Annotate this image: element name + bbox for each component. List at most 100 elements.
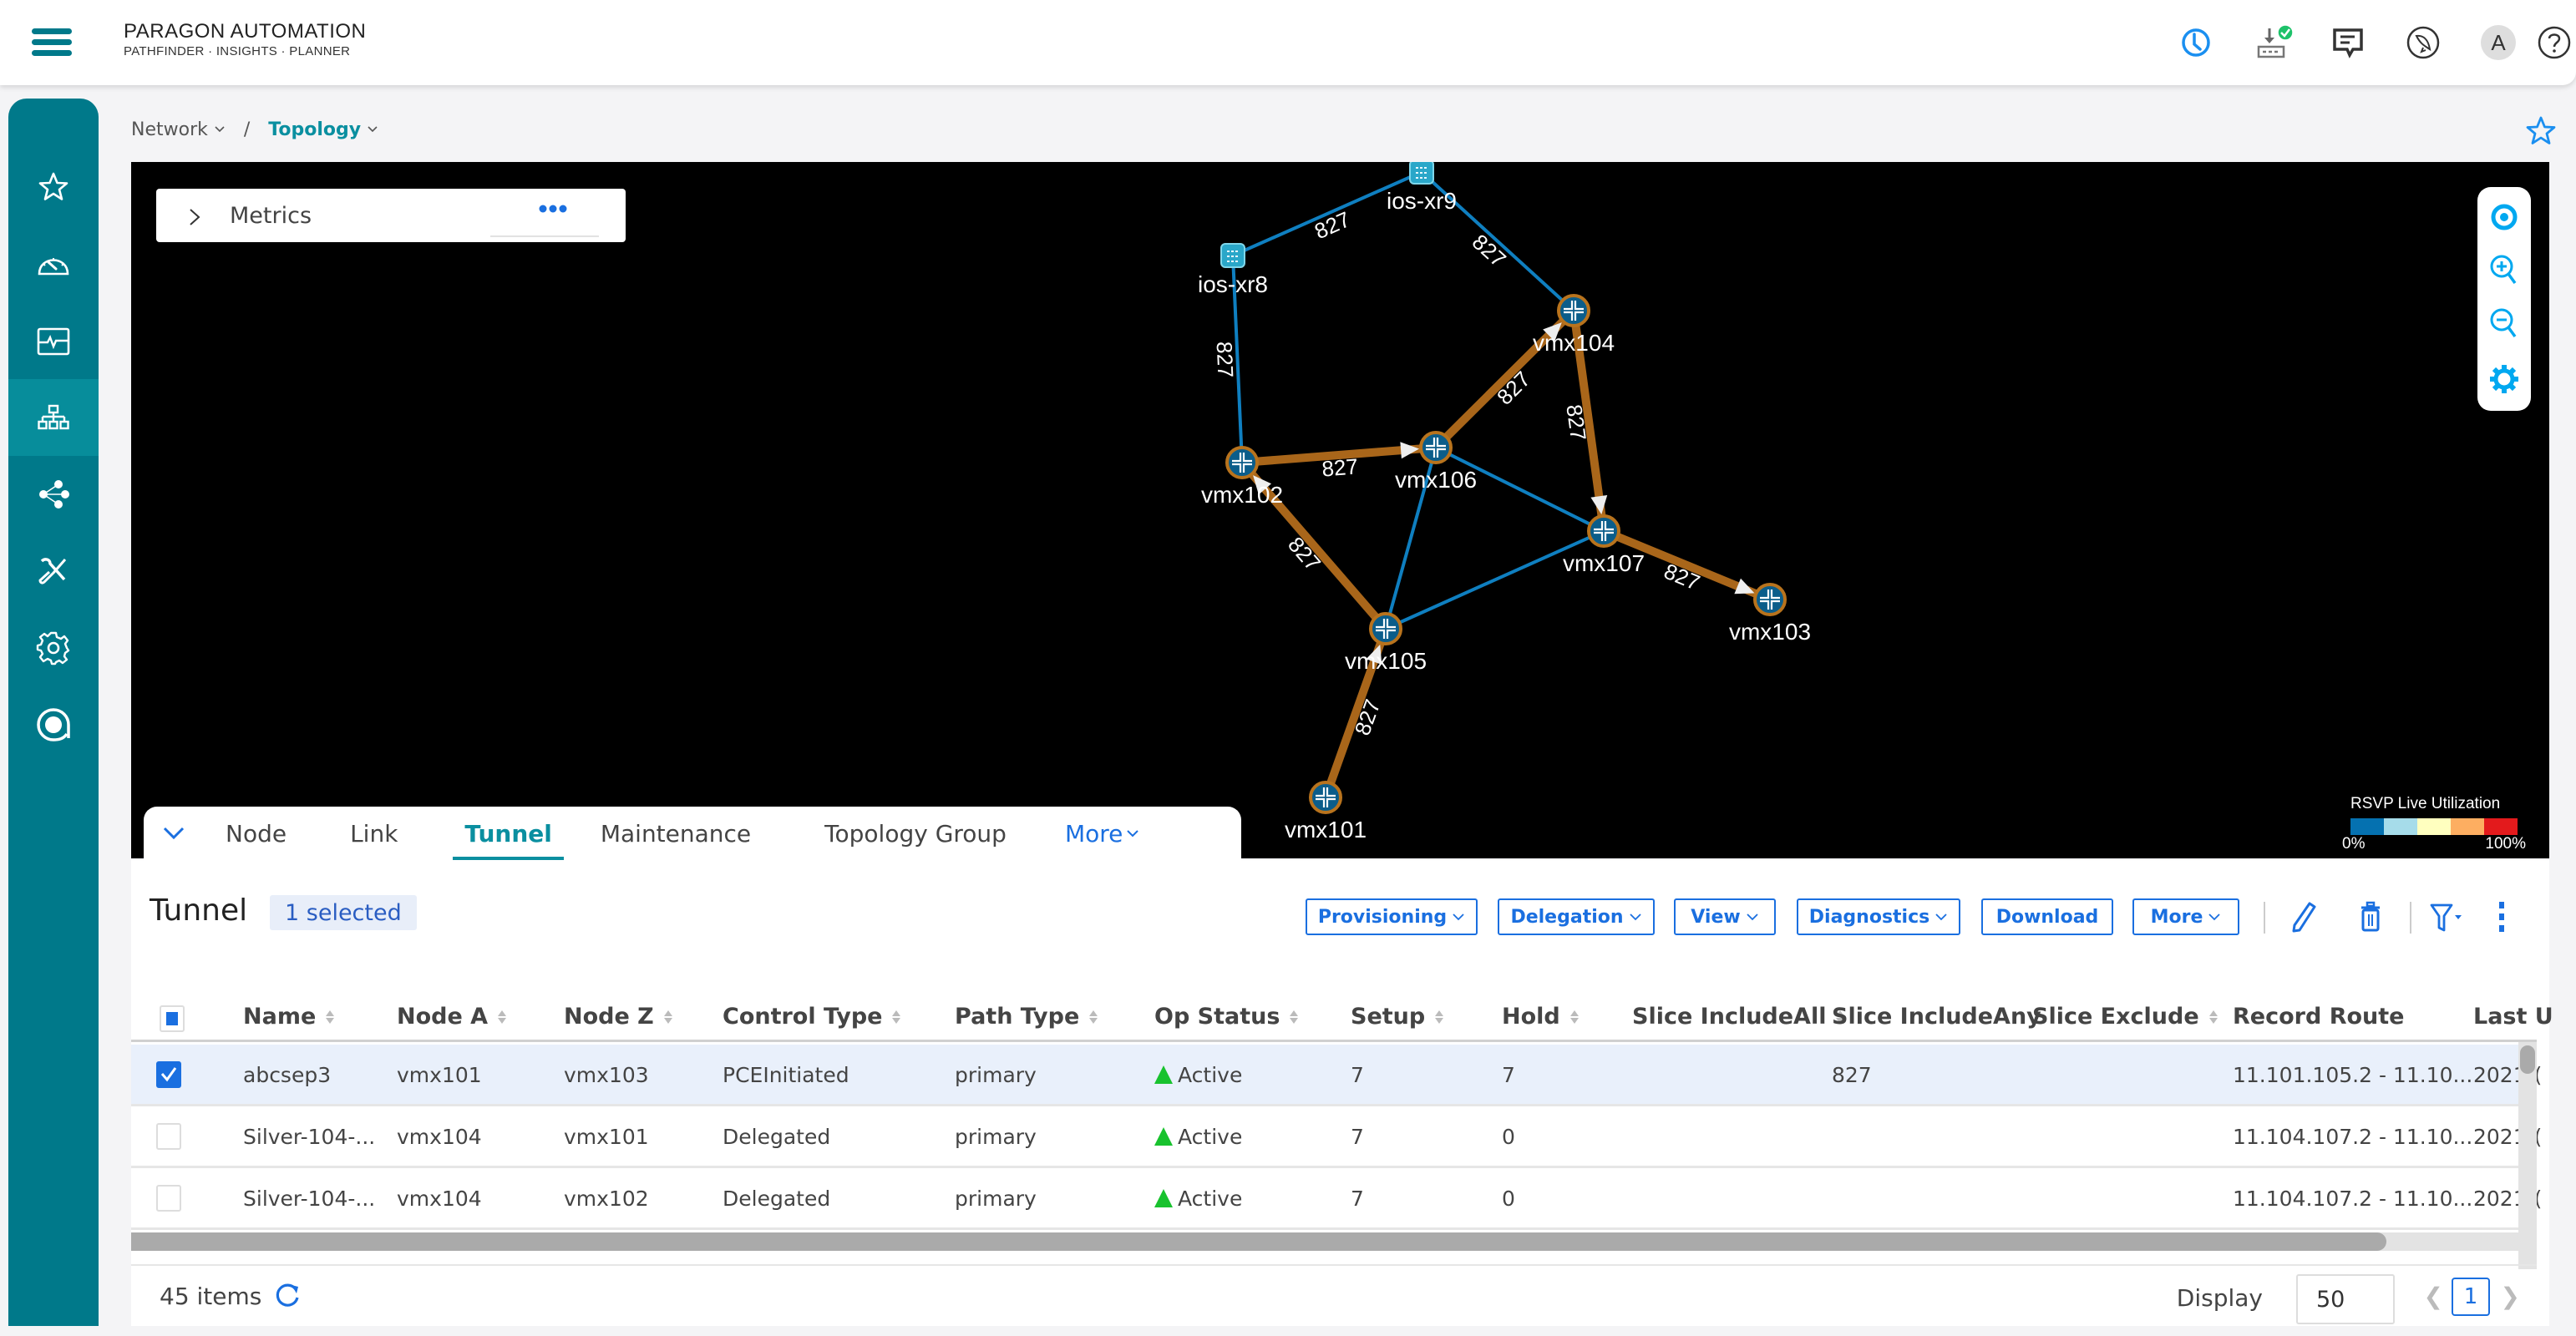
cell-text: vmx101: [564, 1125, 649, 1149]
table-row[interactable]: Silver-104-... vmx104 vmx102 Delegated prima…: [131, 1168, 2542, 1230]
row-checkbox[interactable]: [156, 1185, 181, 1212]
cell-node-z: vmx103: [564, 1063, 649, 1087]
sidebar-item-network[interactable]: [8, 379, 99, 456]
topology-link[interactable]: [1385, 529, 1605, 630]
topology-node[interactable]: vmx104: [1533, 294, 1615, 356]
col-record-route[interactable]: Record Route: [2233, 1004, 2404, 1030]
map-settings-icon[interactable]: [2477, 357, 2531, 401]
horizontal-scroll-thumb[interactable]: [131, 1232, 2386, 1251]
help-icon[interactable]: [2533, 22, 2576, 63]
download-status-icon[interactable]: [2254, 22, 2296, 63]
sidebar-item-settings[interactable]: [8, 610, 99, 686]
view-button[interactable]: View: [1674, 898, 1776, 935]
provisioning-button[interactable]: Provisioning: [1306, 898, 1478, 935]
sidebar-item-favorites[interactable]: [8, 149, 99, 225]
node-label: ios-xr9: [1387, 188, 1457, 214]
cell-text: 827: [1832, 1063, 1872, 1087]
col-node-a[interactable]: Node A: [397, 1004, 507, 1030]
row-checkbox[interactable]: [156, 1123, 181, 1150]
col-setup[interactable]: Setup: [1351, 1004, 1444, 1030]
col-slice-exclude[interactable]: Slice Exclude: [2032, 1004, 2218, 1030]
current-page-button[interactable]: 1: [2452, 1278, 2490, 1316]
menu-icon[interactable]: [32, 28, 72, 56]
sort-icon: [1569, 1010, 1579, 1024]
table-row[interactable]: abcsep3 vmx101 vmx103 PCEInitiated primary Ac…: [131, 1045, 2542, 1106]
topology-canvas[interactable]: 827 827 827 827 827 827 827 827 827 ios-xr8 ios-xr…: [131, 162, 2549, 858]
diagnostics-button[interactable]: Diagnostics: [1797, 898, 1960, 935]
page-size-input[interactable]: [2296, 1274, 2395, 1324]
link-label: 827: [1321, 453, 1359, 481]
vertical-scrollbar[interactable]: [2518, 1042, 2537, 1269]
horizontal-scrollbar[interactable]: [131, 1232, 2520, 1251]
topology-node[interactable]: vmx101: [1285, 781, 1367, 843]
breadcrumb-network[interactable]: Network: [131, 119, 226, 140]
user-avatar[interactable]: A: [2477, 22, 2519, 63]
col-op-status-label: Op Status: [1154, 1004, 1280, 1030]
row-checkbox[interactable]: [156, 1061, 181, 1088]
kebab-menu-icon[interactable]: [2483, 898, 2520, 935]
clock-icon[interactable]: [2175, 22, 2217, 63]
tab-tunnel[interactable]: Tunnel: [453, 807, 565, 860]
edit-icon[interactable]: [2285, 898, 2322, 935]
check-icon: [160, 1067, 177, 1082]
cell-text: primary: [955, 1125, 1037, 1149]
col-node-z[interactable]: Node Z: [564, 1004, 672, 1030]
tab-topology-group[interactable]: Topology Group: [824, 807, 1007, 860]
more-options-icon[interactable]: [499, 204, 607, 229]
utilization-legend: RSVP Live Utilization 0% 100%: [2342, 795, 2526, 853]
delete-icon[interactable]: [2352, 898, 2389, 935]
prev-page-icon[interactable]: ❮: [2424, 1283, 2443, 1310]
tab-link[interactable]: Link: [350, 807, 398, 860]
cell-text: 11.104.107.2 - 11.10...: [2233, 1187, 2473, 1211]
col-control-type[interactable]: Control Type: [723, 1004, 901, 1030]
topology-node[interactable]: ios-xr9: [1387, 162, 1457, 214]
table-row[interactable]: Silver-104-... vmx104 vmx101 Delegated prima…: [131, 1106, 2542, 1168]
zoom-out-icon[interactable]: [2477, 302, 2531, 346]
provisioning-label: Provisioning: [1317, 906, 1448, 928]
breadcrumb-topology[interactable]: Topology: [268, 119, 378, 140]
sidebar-item-service[interactable]: [8, 456, 99, 533]
tab-node[interactable]: Node: [226, 807, 287, 860]
chevron-right-icon[interactable]: [188, 207, 201, 227]
download-button[interactable]: Download: [1981, 898, 2113, 935]
col-name[interactable]: Name: [243, 1004, 335, 1030]
zoom-in-icon[interactable]: [2477, 249, 2531, 292]
more-button[interactable]: More: [2132, 898, 2239, 935]
recenter-icon[interactable]: [2477, 195, 2531, 239]
col-slice-include-any[interactable]: Slice IncludeAny: [1832, 1004, 2041, 1030]
metrics-panel[interactable]: Metrics: [156, 189, 626, 242]
chevron-down-icon: [1127, 830, 1139, 838]
col-last-updated[interactable]: Last U: [2473, 1004, 2553, 1030]
refresh-icon[interactable]: [273, 1281, 302, 1313]
cell-path-type: primary: [955, 1187, 1037, 1211]
collapse-chevron-icon[interactable]: [162, 826, 185, 841]
topology-node[interactable]: vmx105: [1345, 612, 1427, 674]
delegation-button[interactable]: Delegation: [1498, 898, 1655, 935]
sidebar-item-monitoring[interactable]: [8, 304, 99, 381]
legend-swatch: [2484, 818, 2518, 835]
filter-icon[interactable]: [2428, 898, 2465, 935]
col-slice-include-all[interactable]: Slice IncludeAll: [1632, 1004, 1845, 1030]
rocket-icon[interactable]: [2402, 22, 2444, 63]
sidebar-item-administration[interactable]: [8, 686, 99, 763]
col-hold[interactable]: Hold: [1502, 1004, 1579, 1030]
col-path-type[interactable]: Path Type: [955, 1004, 1098, 1030]
cell-text: vmx102: [564, 1187, 649, 1211]
col-op-status[interactable]: Op Status: [1154, 1004, 1299, 1030]
chat-icon[interactable]: [2327, 22, 2369, 63]
vertical-scroll-thumb[interactable]: [2520, 1045, 2535, 1074]
star-icon: [38, 172, 68, 200]
cell-control-type: Delegated: [723, 1125, 830, 1149]
topology-link[interactable]: 827: [1232, 170, 1422, 257]
next-page-icon[interactable]: ❯: [2501, 1283, 2520, 1310]
cell-text: Delegated: [723, 1187, 831, 1211]
favorite-star-icon[interactable]: [2524, 115, 2558, 150]
tab-more[interactable]: More: [1065, 807, 1139, 860]
topology-map[interactable]: 827 827 827 827 827 827 827 827 827 ios-xr8 ios-xr…: [131, 162, 2549, 858]
sidebar-item-dashboard[interactable]: [8, 225, 99, 302]
sidebar-item-troubleshoot[interactable]: [8, 533, 99, 610]
cell-hold: 7: [1502, 1063, 1515, 1087]
select-all-checkbox[interactable]: [160, 1005, 185, 1032]
tab-maintenance[interactable]: Maintenance: [601, 807, 751, 860]
col-record-route-label: Record Route: [2233, 1004, 2405, 1030]
